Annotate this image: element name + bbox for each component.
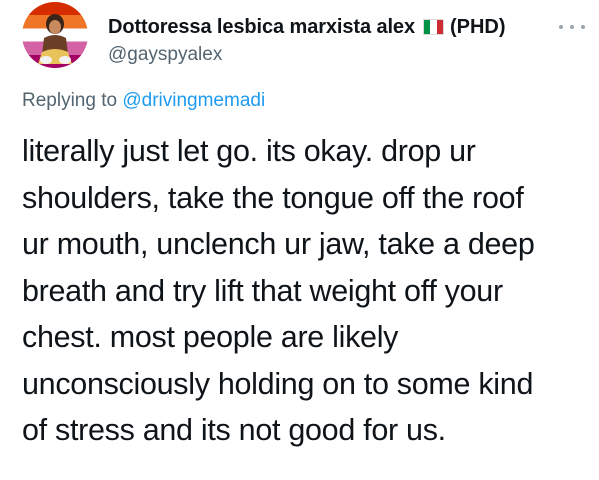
- tweet-text-line: chest. most people are likely: [22, 320, 399, 354]
- tweet-text-line: unconsciously holding on to some kind: [22, 366, 534, 401]
- avatar[interactable]: [22, 2, 88, 68]
- tweet-text-line: ur mouth, unclench ur jaw, take a deep: [22, 227, 535, 261]
- reply-prefix: Replying to: [22, 90, 118, 111]
- more-options-icon[interactable]: [559, 22, 585, 32]
- author-name-row[interactable]: Dottoressa lesbica marxista alex (PHD): [108, 14, 506, 40]
- tweet-text-line: of stress and its not good for us.: [22, 413, 446, 447]
- tweet-text-line: literally just let go. its okay. drop ur: [22, 134, 476, 168]
- author-handle[interactable]: @gayspyalex: [108, 44, 222, 66]
- reply-context: Replying to @drivingmemadi: [22, 90, 265, 112]
- author-name-suffix[interactable]: (PHD): [450, 16, 506, 39]
- avatar-illustration: [38, 14, 72, 64]
- tweet-text: literally just let go. its okay. drop ur…: [22, 128, 592, 454]
- italy-flag-icon: [422, 19, 444, 35]
- tweet-text-line: shoulders, take the tongue off the roof: [22, 180, 524, 215]
- tweet: Dottoressa lesbica marxista alex (PHD) @…: [0, 0, 599, 480]
- reply-mention-link[interactable]: @drivingmemadi: [122, 90, 265, 111]
- tweet-text-line: breath and try lift that weight off your: [22, 273, 503, 308]
- author-display-name[interactable]: Dottoressa lesbica marxista alex: [108, 16, 415, 39]
